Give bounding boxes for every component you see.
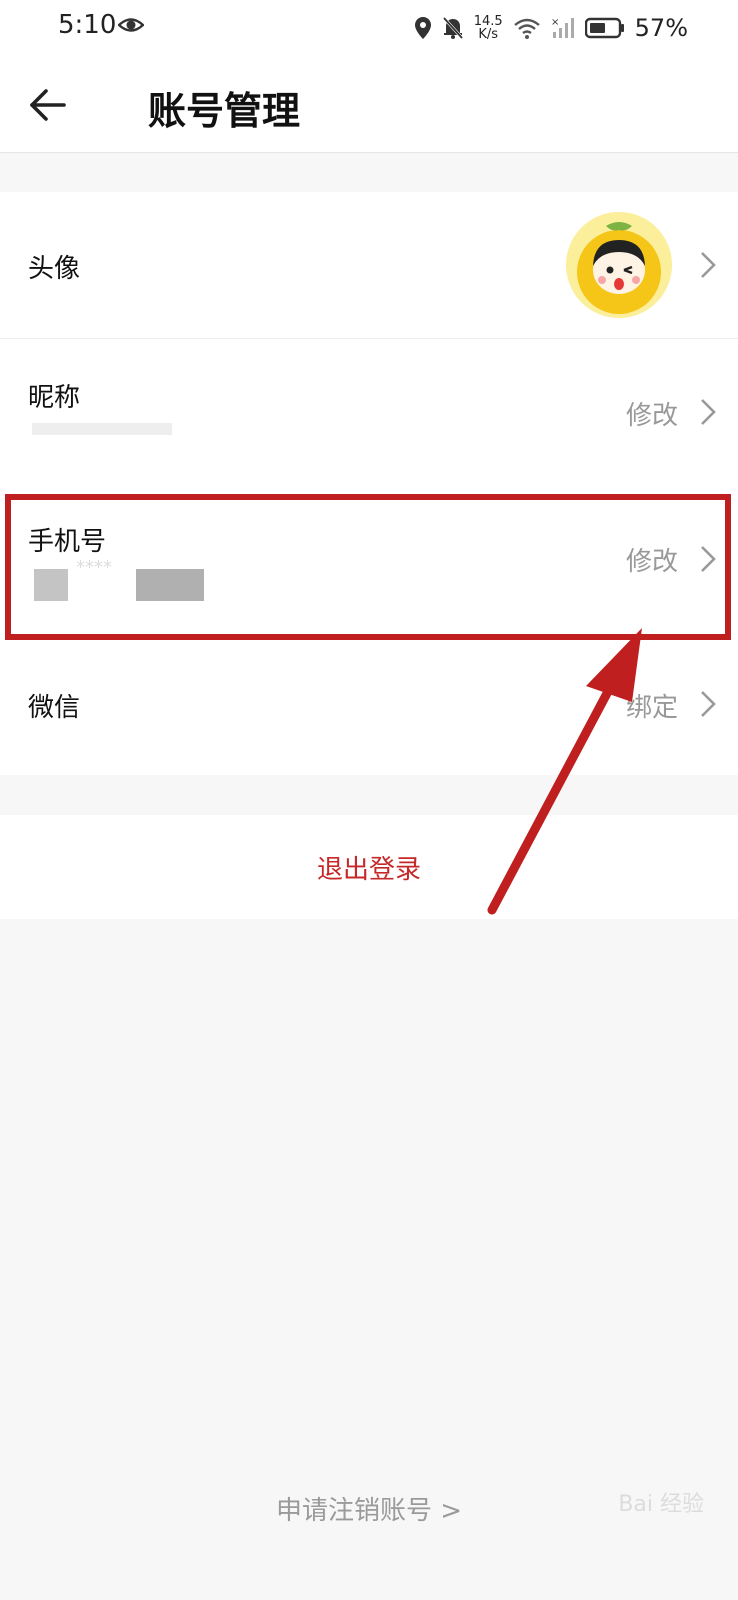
wifi-icon [513,18,540,39]
location-icon [414,17,431,39]
wechat-label: 微信 [28,693,81,723]
phone-row[interactable]: 手机号 **** 修改 [0,485,738,633]
mute-bell-icon [442,16,463,40]
svg-text:×: × [551,17,559,28]
eye-icon [118,18,144,32]
wechat-bind-button[interactable]: 绑定 [626,687,678,724]
watermark-logo: Bai 经验 [618,1486,704,1518]
phone-value-masked-stars: **** [76,557,112,578]
app-header: 账号管理 [0,58,738,153]
nickname-value-masked [32,423,172,435]
phone-value-masked-part [34,569,68,601]
phone-value-masked-part [136,569,204,601]
battery-icon [584,17,624,39]
status-time: 5:10 [58,10,117,40]
wechat-row[interactable]: 微信 绑定 [0,633,738,775]
nickname-row[interactable]: 昵称 修改 [0,339,738,485]
chevron-right-icon [701,252,716,278]
chevron-right-icon [701,546,716,572]
avatar-row[interactable]: 头像 [0,192,738,338]
logout-label: 退出登录 [316,855,421,885]
signal-icon: × [551,17,574,38]
watermark-text: Bai 经验 [618,1492,704,1517]
page-title: 账号管理 [148,89,301,133]
status-icons: 14.5 K/s × 57% [414,10,688,46]
phone-label: 手机号 [28,527,107,557]
battery-percent: 57% [634,14,688,42]
nickname-label: 昵称 [28,383,81,413]
avatar[interactable] [566,212,672,318]
chevron-right-icon [701,399,716,425]
avatar-label: 头像 [28,254,81,284]
logout-button[interactable]: 退出登录 [0,815,738,919]
status-bar: 5:10 14.5 K/s × 57% [0,0,738,58]
network-speed: 14.5 K/s [474,15,503,41]
phone-edit-button[interactable]: 修改 [626,541,678,578]
avatar-image [566,212,672,318]
nickname-edit-button[interactable]: 修改 [626,395,678,432]
network-speed-unit: K/s [478,27,499,42]
back-arrow-icon[interactable] [26,82,72,128]
chevron-right-icon [701,691,716,717]
